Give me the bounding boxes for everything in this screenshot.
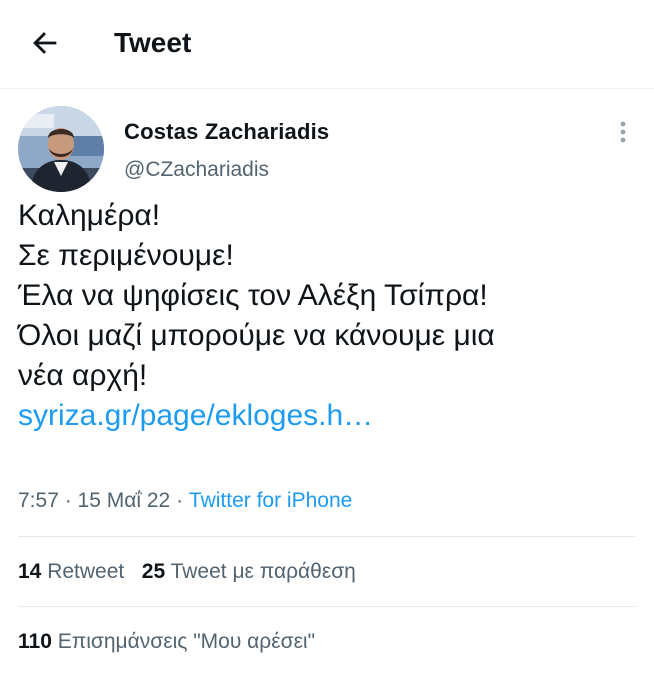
meta-separator: ·: [170, 489, 189, 512]
tweet-line: Σε περιμένουμε!: [18, 239, 234, 272]
divider: [18, 536, 636, 537]
quotes-label: Tweet με παράθεση: [170, 560, 356, 583]
tweet-line: Καλημέρα!: [18, 199, 161, 232]
author-handle[interactable]: @CZachariadis: [124, 156, 269, 184]
tweet-link[interactable]: syriza.gr/page/ekloges.h…: [18, 399, 373, 432]
engagement-stats: 14 Retweet 25 Tweet με παράθεση: [18, 557, 356, 587]
tweet-source[interactable]: Twitter for iPhone: [189, 489, 352, 512]
tweet-meta: 7:57 · 15 Μαΐ 22 · Twitter for iPhone: [18, 486, 352, 516]
likes-stat[interactable]: 110 Επισημάνσεις "Μου αρέσει": [18, 630, 315, 653]
page-title: Tweet: [114, 27, 192, 58]
arrow-left-icon[interactable]: [28, 26, 62, 60]
retweets-stat[interactable]: 14 Retweet: [18, 560, 124, 583]
likes-label: Επισημάνσεις "Μου αρέσει": [57, 630, 316, 653]
tweet-line: Έλα να ψηφίσεις τον Αλέξη Τσίπρα!: [18, 279, 488, 312]
tweet-text: Καλημέρα! Σε περιμένουμε! Έλα να ψηφίσει…: [18, 196, 495, 436]
retweets-label: Retweet: [47, 560, 125, 583]
tweet-date[interactable]: 15 Μαΐ 22: [78, 489, 171, 512]
quotes-count: 25: [141, 560, 166, 583]
more-vertical-icon[interactable]: [608, 118, 638, 148]
top-bar: Tweet: [0, 0, 654, 89]
likes-stat-row: 110 Επισημάνσεις "Μου αρέσει": [18, 627, 315, 657]
retweets-count: 14: [18, 560, 42, 583]
likes-count: 110: [18, 630, 52, 653]
author-name[interactable]: Costas Zachariadis: [124, 118, 329, 146]
tweet-line: Όλοι μαζί μπορούμε να κάνουμε μια: [18, 319, 495, 352]
tweet-line: νέα αρχή!: [18, 359, 148, 392]
meta-separator: ·: [58, 489, 78, 512]
quotes-stat[interactable]: 25 Tweet με παράθεση: [142, 560, 356, 583]
divider: [18, 606, 636, 607]
tweet-time[interactable]: 7:57: [18, 489, 59, 512]
avatar[interactable]: [18, 106, 104, 192]
